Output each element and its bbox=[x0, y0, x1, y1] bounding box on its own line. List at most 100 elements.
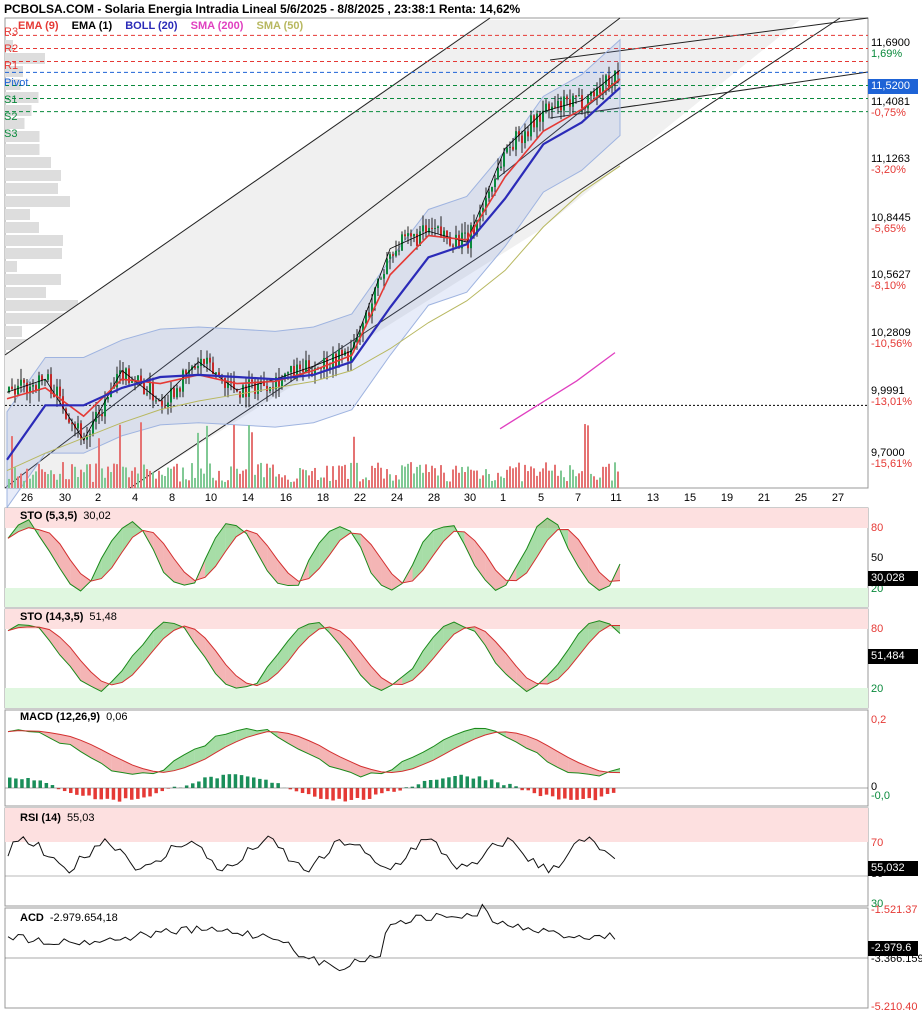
volume-bar bbox=[251, 432, 253, 488]
volume-bar bbox=[581, 471, 583, 488]
volume-profile-bar bbox=[5, 183, 58, 194]
volume-bar bbox=[470, 470, 472, 488]
volume-bar bbox=[179, 481, 181, 488]
volume-bar bbox=[11, 436, 13, 488]
x-tick-0: 26 bbox=[21, 492, 33, 504]
volume-bar bbox=[593, 476, 595, 488]
candle-body bbox=[206, 358, 208, 364]
macd-histogram-bar bbox=[502, 785, 506, 788]
macd-histogram-bar bbox=[478, 776, 482, 788]
x-tick-2: 2 bbox=[95, 492, 101, 504]
volume-bar bbox=[422, 473, 424, 488]
volume-profile-bar bbox=[5, 209, 30, 220]
chart-title: PCBOLSA.COM - Solaria Energia Intradia L… bbox=[4, 2, 520, 16]
volume-bar bbox=[311, 471, 313, 488]
candle-body bbox=[425, 225, 427, 232]
volume-bar bbox=[533, 468, 535, 488]
sto2-fill bbox=[60, 637, 70, 666]
macd-histogram-bar bbox=[527, 788, 531, 790]
volume-bar bbox=[404, 467, 406, 488]
series-line-sma-200- bbox=[500, 353, 615, 429]
candle-body bbox=[401, 234, 403, 250]
volume-bar bbox=[110, 472, 112, 488]
volume-bar bbox=[116, 464, 118, 488]
candle-body bbox=[20, 380, 22, 386]
rsi-name: RSI (14) bbox=[20, 812, 61, 824]
macd-histogram-bar bbox=[26, 778, 30, 788]
candle-body bbox=[572, 96, 574, 107]
sto1-name: STO (5,3,5) bbox=[20, 510, 77, 522]
macd-histogram-bar bbox=[429, 780, 433, 788]
sto2-fill bbox=[278, 641, 288, 673]
volume-bar bbox=[362, 479, 364, 488]
candle-body bbox=[194, 366, 196, 368]
volume-bar bbox=[524, 465, 526, 488]
volume-bar bbox=[530, 466, 532, 488]
candle-body bbox=[101, 414, 103, 416]
sto2-value-box: 51,484 bbox=[868, 649, 918, 664]
volume-bar bbox=[242, 471, 244, 488]
candle-body bbox=[179, 388, 181, 391]
macd-histogram-bar bbox=[398, 788, 402, 791]
candle-body bbox=[242, 385, 244, 397]
acd-name: ACD bbox=[20, 912, 44, 924]
x-tick-22: 27 bbox=[832, 492, 844, 504]
candle-body bbox=[551, 107, 553, 111]
volume-bar bbox=[107, 467, 109, 488]
volume-bar bbox=[38, 464, 40, 488]
macd-histogram-bar bbox=[20, 779, 24, 788]
macd-histogram-bar bbox=[87, 788, 91, 795]
volume-profile-bar bbox=[5, 157, 51, 168]
candle-body bbox=[431, 228, 433, 229]
sto2-value: 51,48 bbox=[89, 611, 117, 623]
macd-histogram-bar bbox=[295, 788, 299, 791]
macd-histogram-bar bbox=[600, 788, 604, 796]
macd-histogram-bar bbox=[228, 774, 232, 788]
macd-histogram-bar bbox=[93, 788, 97, 799]
candle-body bbox=[434, 228, 436, 229]
candle-body bbox=[527, 131, 529, 136]
sto2-fill bbox=[205, 638, 215, 674]
macd-histogram-bar bbox=[588, 788, 592, 798]
volume-bar bbox=[41, 469, 43, 488]
macd-histogram-bar bbox=[539, 788, 543, 796]
volume-bar bbox=[467, 467, 469, 488]
volume-bar bbox=[101, 468, 103, 488]
candle-body bbox=[404, 234, 406, 236]
volume-bar bbox=[344, 465, 346, 488]
volume-bar bbox=[173, 467, 175, 488]
volume-profile-bar bbox=[5, 222, 39, 233]
volume-bar bbox=[350, 463, 352, 488]
candle-body bbox=[386, 259, 388, 274]
sto1-level-80: 80 bbox=[871, 522, 883, 534]
x-tick-9: 22 bbox=[354, 492, 366, 504]
volume-bar bbox=[353, 437, 355, 488]
x-tick-14: 5 bbox=[538, 492, 544, 504]
volume-bar bbox=[131, 471, 133, 488]
macd-histogram-bar bbox=[252, 777, 256, 788]
candle-body bbox=[413, 234, 415, 236]
volume-bar bbox=[308, 475, 310, 488]
volume-bar bbox=[272, 465, 274, 488]
volume-bar bbox=[266, 464, 268, 488]
macd-histogram-bar bbox=[142, 788, 146, 797]
candle-body bbox=[383, 274, 385, 279]
macd-histogram-bar bbox=[386, 788, 390, 791]
volume-bar bbox=[119, 425, 121, 488]
volume-bar bbox=[473, 471, 475, 488]
sto1-fill bbox=[60, 544, 70, 584]
volume-bar bbox=[488, 474, 490, 488]
candle-body bbox=[23, 380, 25, 383]
volume-bar bbox=[215, 480, 217, 488]
acd-level-bot: -5.210.40 bbox=[871, 1001, 917, 1013]
volume-bar bbox=[359, 481, 361, 488]
volume-bar bbox=[206, 426, 208, 488]
volume-bar bbox=[167, 468, 169, 488]
candle-body bbox=[578, 95, 580, 96]
macd-histogram-bar bbox=[246, 776, 250, 788]
volume-bar bbox=[563, 477, 565, 488]
volume-bar bbox=[227, 480, 229, 488]
volume-bar bbox=[314, 468, 316, 488]
pivot-label-r2: R2 bbox=[4, 43, 18, 55]
volume-bar bbox=[17, 477, 19, 488]
